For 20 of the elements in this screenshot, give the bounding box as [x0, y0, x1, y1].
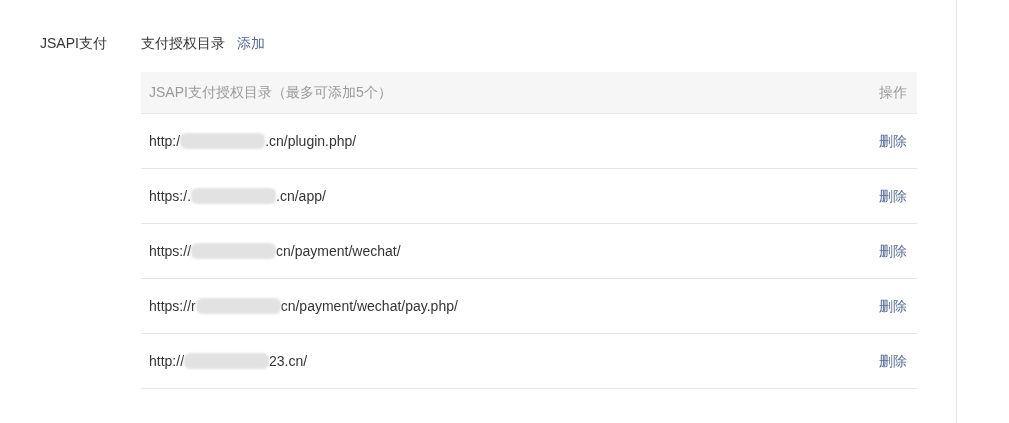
url-text: .cn/plugin.php/ — [265, 131, 357, 151]
delete-link[interactable]: 删除 — [877, 185, 909, 207]
delete-link[interactable]: 删除 — [877, 240, 909, 262]
url-text: https:// — [149, 241, 192, 261]
delete-link[interactable]: 删除 — [877, 350, 909, 372]
column-header: 操作 — [878, 83, 908, 102]
url-text: .cn/app/ — [276, 186, 326, 206]
url-text: http:/ — [149, 131, 181, 151]
delete-link[interactable]: 删除 — [877, 130, 909, 152]
add-link[interactable]: 添加 — [237, 33, 265, 53]
url-text: cn/payment/wechat/pay.php/ — [280, 296, 458, 316]
delete-link[interactable]: 删除 — [877, 295, 909, 317]
section-label: JSAPI支付 — [40, 34, 108, 53]
url-text: cn/payment/wechat/ — [276, 241, 401, 261]
column-header: JSAPI支付授权目录（最多可添加5个） — [149, 83, 392, 102]
url-text: 23.cn/ — [269, 351, 308, 371]
url-text: https:/. — [149, 186, 192, 206]
url-text: http:// — [149, 351, 185, 371]
url-text: https://r — [149, 296, 196, 316]
section-title: 支付授权目录 — [141, 34, 225, 53]
